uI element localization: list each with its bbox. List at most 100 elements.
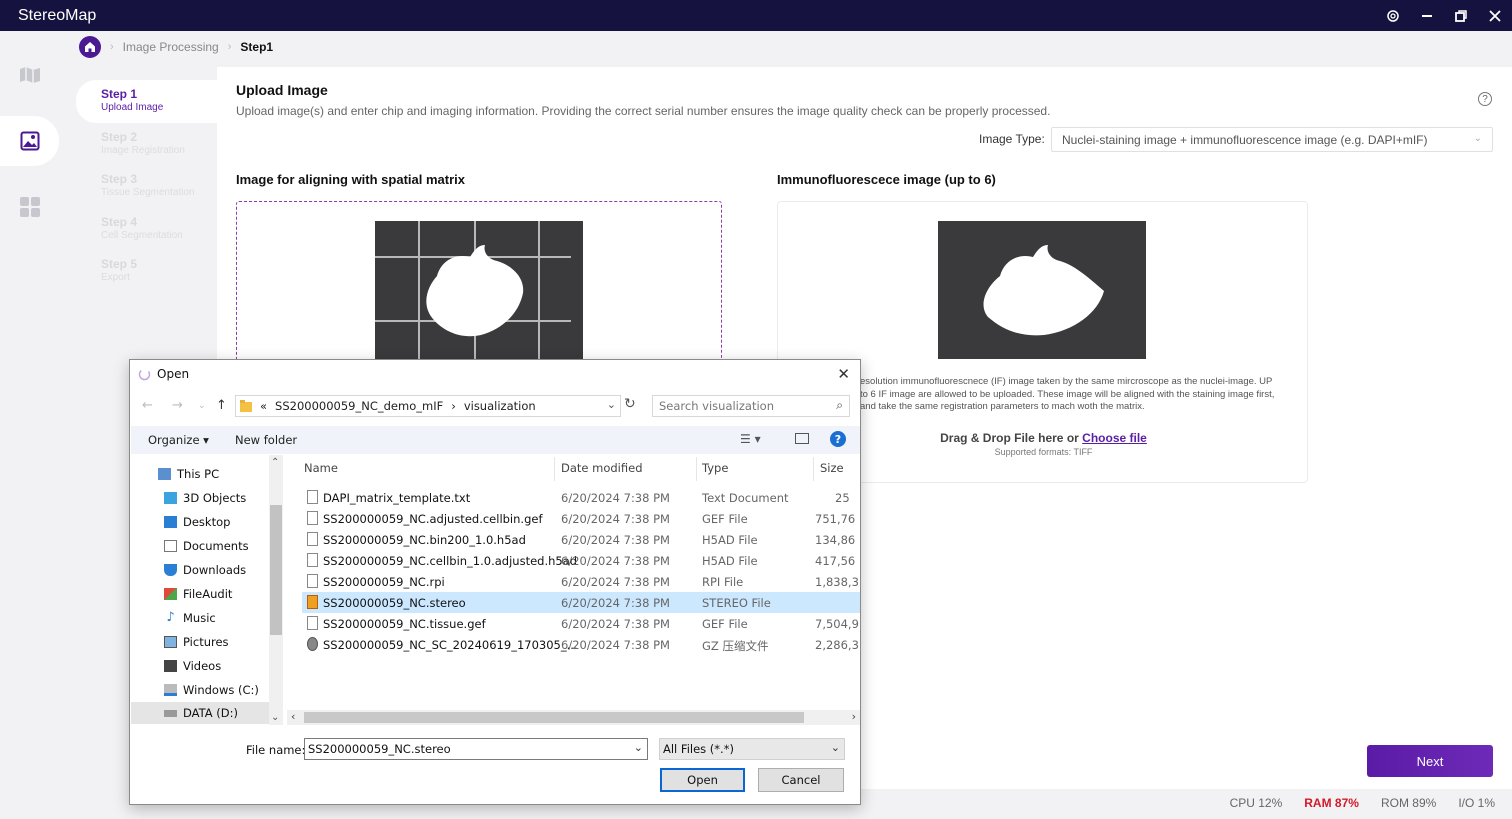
scroll-thumb[interactable]: [304, 712, 804, 723]
nav-this-pc[interactable]: This PC: [131, 463, 269, 485]
file-name-input[interactable]: SS200000059_NC.stereo ⌄: [304, 738, 648, 760]
file-row[interactable]: DAPI_matrix_template.txt 6/20/2024 7:38 …: [302, 487, 860, 508]
nav-3d-objects[interactable]: 3D Objects: [131, 487, 269, 509]
scroll-left-icon[interactable]: ‹: [291, 710, 295, 723]
nav-label: This PC: [177, 467, 220, 481]
file-name: SS200000059_NC.adjusted.cellbin.gef: [323, 512, 543, 526]
minimize-icon[interactable]: [1420, 9, 1434, 23]
forward-arrow-icon[interactable]: →: [172, 398, 183, 413]
scroll-up-icon[interactable]: ⌃: [271, 457, 279, 468]
chevron-right-icon: ›: [227, 41, 232, 53]
settings-icon[interactable]: [1386, 9, 1400, 23]
col-name[interactable]: Name: [304, 461, 338, 475]
file-row[interactable]: SS200000059_NC.adjusted.cellbin.gef 6/20…: [302, 508, 860, 529]
restore-icon[interactable]: [1454, 9, 1468, 23]
nav-videos[interactable]: Videos: [131, 655, 269, 677]
file-type: H5AD File: [702, 533, 758, 547]
status-bar: CPU 12% RAM 87% ROM 89% I/O 1%: [1230, 796, 1495, 810]
rom-usage: ROM 89%: [1380, 796, 1437, 810]
preview-pane-icon[interactable]: [795, 433, 809, 444]
nav-fileaudit[interactable]: FileAudit: [131, 583, 269, 605]
dialog-close-icon[interactable]: ✕: [837, 365, 850, 383]
back-arrow-icon[interactable]: ←: [142, 398, 153, 413]
file-type-select[interactable]: All Files (*.*) ⌄: [659, 738, 845, 760]
title-bar: StereoMap: [0, 0, 1512, 31]
recent-dropdown-icon[interactable]: ⌄: [198, 401, 206, 411]
nav-documents[interactable]: Documents: [131, 535, 269, 557]
map-icon: [19, 67, 40, 83]
scroll-right-icon[interactable]: ›: [852, 710, 856, 723]
nav-label: Music: [183, 611, 216, 625]
new-folder-button[interactable]: New folder: [235, 433, 297, 447]
step-desc: Upload Image: [101, 102, 164, 113]
up-arrow-icon[interactable]: ↑: [216, 398, 227, 413]
document-icon: [164, 540, 177, 552]
nav-downloads[interactable]: Downloads: [131, 559, 269, 581]
path-overflow[interactable]: «: [260, 399, 267, 413]
file-name: SS200000059_NC.rpi: [323, 575, 445, 589]
file-row[interactable]: SS200000059_NC.rpi 6/20/2024 7:38 PM RPI…: [302, 571, 860, 592]
file-size: 2,286,3: [815, 638, 859, 652]
page-title: Upload Image: [236, 82, 328, 98]
file-row[interactable]: SS200000059_NC_SC_20240619_170305_... 6/…: [302, 634, 860, 655]
drive-icon: [164, 709, 177, 717]
view-options-icon[interactable]: ☰ ▾: [740, 432, 761, 446]
nav-windows-c[interactable]: Windows (C:): [131, 679, 269, 701]
col-date[interactable]: Date modified: [561, 461, 643, 475]
search-input[interactable]: Search visualization ⌕: [652, 395, 850, 417]
path-segment[interactable]: SS200000059_NC_demo_mIF: [275, 399, 443, 413]
image-type-label: Image Type:: [979, 132, 1045, 146]
image-processing-nav-button[interactable]: [0, 116, 59, 166]
help-icon[interactable]: ?: [830, 431, 846, 447]
file-row[interactable]: SS200000059_NC.tissue.gef 6/20/2024 7:38…: [302, 613, 860, 634]
step-1[interactable]: Step 1 Upload Image: [76, 80, 217, 123]
image-type-select[interactable]: Nuclei-staining image + immunofluorescen…: [1051, 127, 1493, 152]
step-4: Step 4 Cell Segmentation: [76, 208, 217, 251]
nav-label: Desktop: [183, 515, 231, 529]
address-bar[interactable]: « SS200000059_NC_demo_mIF › visualizatio…: [235, 395, 621, 417]
refresh-icon[interactable]: ↻: [624, 396, 636, 412]
cancel-button[interactable]: Cancel: [758, 768, 844, 792]
file-date: 6/20/2024 7:38 PM: [561, 554, 670, 568]
organize-menu[interactable]: Organize ▾: [148, 433, 209, 447]
file-type: GEF File: [702, 512, 748, 526]
home-button[interactable]: [79, 36, 101, 58]
file-row[interactable]: SS200000059_NC.bin200_1.0.h5ad 6/20/2024…: [302, 529, 860, 550]
file-date: 6/20/2024 7:38 PM: [561, 596, 670, 610]
help-icon[interactable]: ?: [1478, 92, 1492, 106]
if-note: esolution immunofluorescnece (IF) image …: [860, 376, 1275, 412]
file-size: 134,86: [815, 533, 856, 547]
nav-pictures[interactable]: Pictures: [131, 631, 269, 653]
file-row[interactable]: SS200000059_NC.cellbin_1.0.adjusted.h5ad…: [302, 550, 860, 571]
breadcrumb-parent[interactable]: Image Processing: [123, 40, 219, 54]
file-size: 7,504,9: [815, 617, 859, 631]
map-nav-button[interactable]: [0, 50, 59, 100]
nav-data-d[interactable]: DATA (D:): [131, 702, 269, 724]
horizontal-scrollbar[interactable]: ‹ ›: [287, 710, 860, 725]
col-size[interactable]: Size: [820, 461, 844, 475]
stereo-file-icon: [307, 595, 318, 609]
path-segment[interactable]: visualization: [464, 399, 536, 413]
apps-nav-button[interactable]: [0, 182, 59, 232]
open-button[interactable]: Open: [660, 768, 745, 792]
chevron-down-icon[interactable]: ⌄: [634, 741, 643, 754]
next-button[interactable]: Next: [1367, 745, 1493, 777]
music-icon: ♪: [166, 610, 175, 625]
scroll-down-icon[interactable]: ⌄: [271, 712, 279, 723]
choose-file-link[interactable]: Choose file: [1082, 431, 1147, 445]
nav-desktop[interactable]: Desktop: [131, 511, 269, 533]
scroll-thumb[interactable]: [270, 505, 282, 635]
file-row-selected[interactable]: SS200000059_NC.stereo 6/20/2024 7:38 PM …: [302, 592, 860, 613]
chevron-down-icon[interactable]: ⌄: [607, 398, 616, 411]
nav-scrollbar[interactable]: ⌃ ⌄: [269, 455, 283, 725]
file-icon: [307, 511, 318, 525]
file-type-value: All Files (*.*): [663, 742, 734, 756]
close-icon[interactable]: [1488, 9, 1502, 23]
step-desc: Tissue Segmentation: [101, 187, 195, 198]
column-divider: [813, 457, 814, 481]
nav-music[interactable]: ♪ Music: [131, 607, 269, 629]
file-type: STEREO File: [702, 596, 771, 610]
col-type[interactable]: Type: [702, 461, 728, 475]
grid-icon: [19, 197, 40, 217]
chevron-down-icon: ⌄: [830, 741, 840, 754]
